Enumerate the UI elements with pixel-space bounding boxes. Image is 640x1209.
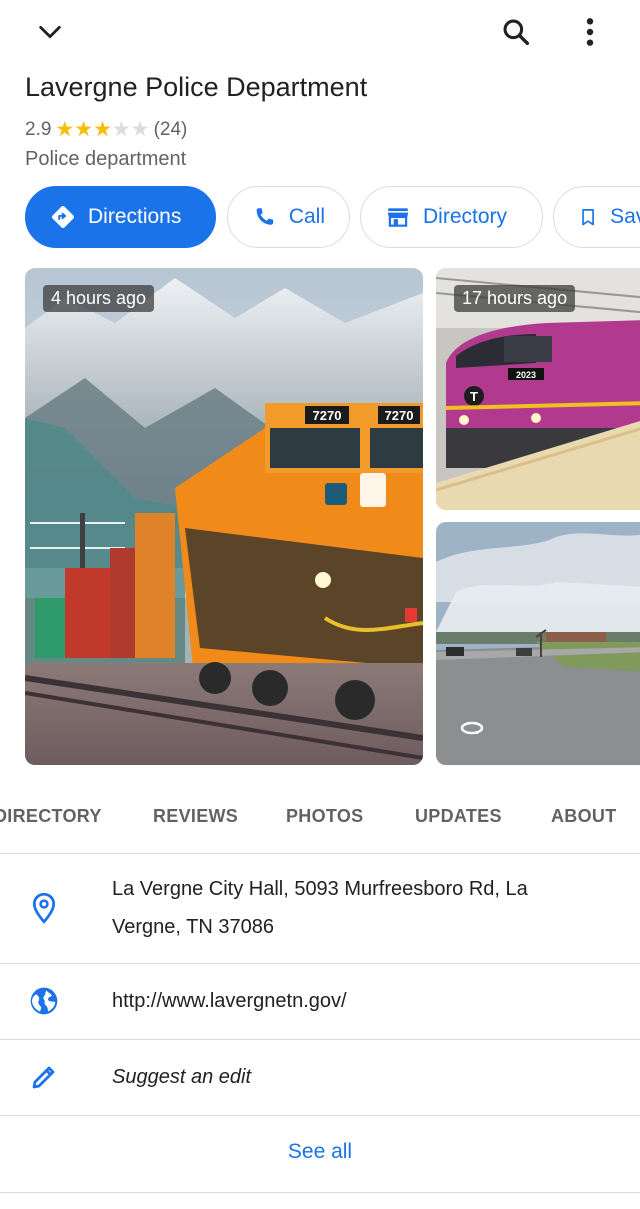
directions-label: Directions: [88, 205, 182, 228]
website-link[interactable]: http://www.lavergnetn.gov/: [112, 982, 600, 1020]
review-count: (24): [153, 118, 188, 140]
directions-button[interactable]: Directions: [25, 186, 216, 248]
rating-value: 2.9: [25, 118, 52, 140]
tab-directory[interactable]: DIRECTORY: [0, 806, 102, 827]
tab-about[interactable]: ABOUT: [551, 806, 617, 827]
suggest-edit-row[interactable]: Suggest an edit: [0, 1040, 640, 1116]
globe-icon: [26, 983, 62, 1019]
tab-photos[interactable]: PHOTOS: [286, 806, 363, 827]
train-number: 2023: [516, 370, 536, 380]
svg-text:T: T: [470, 389, 478, 404]
save-button[interactable]: Save: [553, 186, 640, 248]
see-all-row: See all: [0, 1116, 640, 1193]
tab-bar: DIRECTORY REVIEWS PHOTOS UPDATES ABOUT: [0, 790, 640, 854]
tab-reviews[interactable]: REVIEWS: [153, 806, 238, 827]
action-chips: Directions Call Directory Save: [25, 186, 640, 250]
street-view-360-icon: [458, 718, 486, 738]
chevron-down-icon[interactable]: [26, 8, 74, 56]
directions-icon: [51, 205, 75, 229]
bookmark-icon: [582, 209, 594, 226]
star-icon: ★: [55, 118, 75, 141]
freight-train-image: 7270 7270: [25, 268, 423, 765]
tab-updates[interactable]: UPDATES: [415, 806, 502, 827]
place-title: Lavergne Police Department: [25, 72, 368, 102]
storefront-icon: [387, 208, 409, 227]
call-label: Call: [288, 205, 325, 228]
photo-time-badge: 17 hours ago: [454, 285, 576, 312]
location-pin-icon: [26, 890, 62, 926]
star-icon: ★: [74, 118, 94, 141]
star-icon: ★: [93, 118, 112, 141]
address-row[interactable]: La Vergne City Hall, 5093 Murfreesboro R…: [0, 856, 640, 964]
pencil-icon: [26, 1059, 62, 1095]
locomotive-number: 7270: [313, 408, 342, 423]
search-icon[interactable]: [492, 8, 540, 56]
call-button[interactable]: Call: [227, 186, 350, 248]
locomotive-number-secondary: 7270: [385, 408, 414, 423]
star-icon: ★: [130, 118, 150, 141]
photo-freight-train[interactable]: 7270 7270 4 hours ago: [25, 268, 423, 765]
phone-icon: [256, 208, 274, 225]
star-icon: ★: [111, 118, 131, 141]
directory-button[interactable]: Directory: [360, 186, 543, 248]
website-row[interactable]: http://www.lavergnetn.gov/: [0, 964, 640, 1040]
more-vert-icon[interactable]: [566, 8, 614, 56]
rating-row[interactable]: 2.9 ★ ★ ★ ★ ★ (24): [25, 117, 187, 142]
place-category: Police department: [25, 148, 187, 170]
star-rating: ★ ★ ★ ★ ★: [55, 117, 149, 142]
photo-street-view[interactable]: [436, 522, 640, 765]
suggest-edit-text: Suggest an edit: [112, 1066, 251, 1088]
address-text: La Vergne City Hall, 5093 Murfreesboro R…: [112, 878, 528, 938]
save-label: Save: [610, 205, 640, 228]
directory-label: Directory: [423, 205, 508, 228]
top-bar: [0, 0, 640, 64]
photo-time-badge: 4 hours ago: [43, 285, 155, 312]
see-all-button[interactable]: See all: [0, 1140, 640, 1164]
photo-commuter-train[interactable]: 2023 T 17 hours ago: [436, 268, 640, 510]
